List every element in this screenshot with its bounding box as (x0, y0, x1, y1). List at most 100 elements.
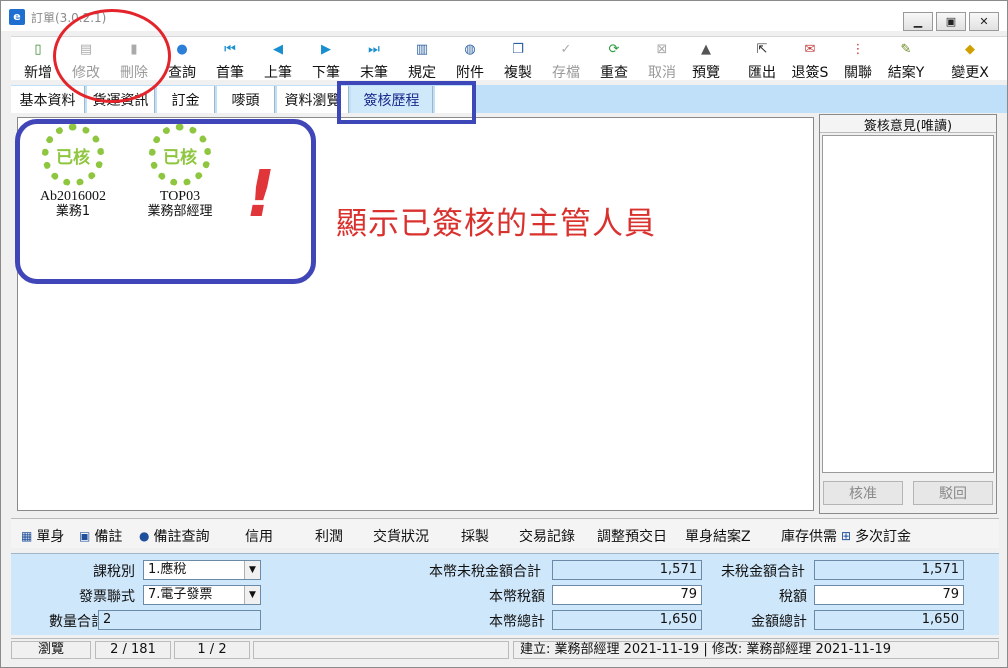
status-bar: 瀏覽 2 / 181 1 / 2 建立: 業務部經理 2021-11-19 | … (11, 638, 999, 660)
detail-button-label: 備註 (94, 529, 123, 545)
attachment-icon: ◍ (464, 42, 476, 57)
prev-icon: ◀ (273, 42, 283, 57)
doc-plus-icon: ⊞ (841, 529, 852, 543)
annotation-note: 顯示已簽核的主管人員 (336, 206, 656, 242)
invoice-type-value: 7.電子發票 (148, 587, 213, 602)
toolbar-label: 新增 (24, 65, 52, 81)
toolbar-preview-button[interactable]: ▲ 預覽 (683, 37, 729, 81)
reject-button[interactable]: 駁回 (913, 481, 993, 505)
toolbar-save-button[interactable]: ✓ 存檔 (543, 37, 589, 81)
toolbar-last-button[interactable]: ⏭ 末筆 (351, 37, 397, 81)
toolbar-close_case-button[interactable]: ✎ 結案Y (883, 37, 929, 81)
detail-button[interactable]: 採製 (461, 526, 489, 546)
toolbar-label: 存檔 (552, 65, 580, 81)
detail-button[interactable]: 利潤 (315, 526, 343, 546)
detail-button[interactable]: 單身結案Z (685, 526, 751, 546)
detail-button-label: 交易記錄 (519, 529, 575, 545)
detail-button[interactable]: ▦ 單身 (21, 526, 64, 546)
local-untaxed-field: 1,571 (552, 560, 702, 580)
app-icon: e (9, 9, 25, 25)
toolbar-label: 退簽S (791, 65, 829, 81)
status-spacer (253, 641, 509, 659)
untaxed-label: 未稅金額合計 (721, 564, 805, 580)
summary-panel: 課稅別 1.應稅 ▼ 發票聯式 7.電子發票 ▼ 數量合計 2 本幣未稅金額合計 1… (11, 553, 999, 635)
detail-button[interactable]: ⊞ 多次訂金 (841, 526, 911, 546)
toolbar-attach-button[interactable]: ◍ 附件 (447, 37, 493, 81)
close-case-icon: ✎ (900, 42, 912, 57)
toolbar-cancel-button[interactable]: ⊠ 取消 (639, 37, 685, 81)
amount-total-field: 1,650 (814, 610, 964, 630)
comment-panel: 簽核意見(唯讀) 核准 駁回 (819, 114, 997, 514)
comment-panel-title: 簽核意見(唯讀) (820, 115, 996, 134)
tab[interactable]: 訂金 (157, 86, 215, 113)
untaxed-field: 1,571 (814, 560, 964, 580)
qty-total-field: 2 (98, 610, 261, 630)
toolbar-change-button[interactable]: ◆ 變更X (947, 37, 993, 81)
detail-button[interactable]: 交貨狀況 (373, 526, 429, 546)
toolbar-spec-button[interactable]: ▥ 規定 (399, 37, 445, 81)
book-icon: ▥ (415, 42, 429, 57)
local-tax-field[interactable]: 79 (552, 585, 702, 605)
detail-button-label: 多次訂金 (855, 529, 912, 545)
next-icon: ▶ (321, 42, 331, 57)
local-total-label: 本幣總計 (489, 614, 545, 630)
detail-button[interactable]: ● 備註查詢 (139, 526, 209, 546)
toolbar-label: 預覽 (692, 65, 720, 81)
approve-button[interactable]: 核准 (823, 481, 903, 505)
invoice-type-label: 發票聯式 (79, 589, 135, 605)
toolbar-first-button[interactable]: ⏮ 首筆 (207, 37, 253, 81)
toolbar-label: 規定 (408, 65, 436, 81)
toolbar-link-button[interactable]: ⋮ 關聯 (835, 37, 881, 81)
comment-textarea[interactable] (822, 135, 994, 473)
tax-type-value: 1.應稅 (148, 562, 187, 577)
toolbar-label: 取消 (648, 65, 676, 81)
close-icon: ✕ (979, 15, 989, 28)
toolbar-copy-button[interactable]: ❐ 複製 (495, 37, 541, 81)
detail-button[interactable]: ▣ 備註 (79, 526, 122, 546)
toolbar-prev-button[interactable]: ◀ 上筆 (255, 37, 301, 81)
detail-button-label: 交貨狀況 (373, 529, 429, 545)
status-audit: 建立: 業務部經理 2021-11-19 | 修改: 業務部經理 2021-11… (513, 641, 999, 659)
toolbar-label: 重查 (600, 65, 628, 81)
invoice-type-select[interactable]: 7.電子發票 ▼ (143, 585, 261, 605)
printer-icon: ▲ (701, 42, 711, 57)
grid-icon: ▦ (21, 529, 33, 543)
toolbar-reject_sign-button[interactable]: ✉ 退簽S (787, 37, 833, 81)
status-mode: 瀏覽 (11, 641, 91, 659)
toolbar-label: 變更X (951, 65, 989, 81)
status-page: 1 / 2 (174, 641, 250, 659)
tax-field[interactable]: 79 (814, 585, 964, 605)
detail-button-label: 單身 (36, 529, 65, 545)
link-icon: ⋮ (851, 42, 865, 57)
search-icon: ● (139, 529, 150, 543)
toolbar-export-button[interactable]: ⇱ 匯出 (739, 37, 785, 81)
tab[interactable]: 嘜頭 (217, 86, 275, 113)
toolbar-next-button[interactable]: ▶ 下筆 (303, 37, 349, 81)
annotation-tab-highlight (337, 81, 476, 124)
cancel-icon: ⊠ (656, 42, 668, 57)
detail-button-label: 利潤 (315, 529, 343, 545)
detail-button[interactable]: 交易記錄 (519, 526, 575, 546)
local-untaxed-label: 本幣未稅金額合計 (429, 564, 541, 580)
close-button[interactable]: ✕ (969, 12, 999, 31)
export-icon: ⇱ (756, 42, 768, 57)
save-icon: ✓ (560, 42, 572, 57)
annotation-circle (53, 9, 171, 103)
local-total-field: 1,650 (552, 610, 702, 630)
detail-button-label: 備註查詢 (153, 529, 210, 545)
tax-type-select[interactable]: 1.應稅 ▼ (143, 560, 261, 580)
detail-button[interactable]: 調整預交日 (597, 526, 667, 546)
minimize-button[interactable]: ▁ (903, 12, 933, 31)
detail-button-label: 採製 (461, 529, 489, 545)
chevron-down-icon[interactable]: ▼ (244, 586, 260, 604)
maximize-icon: ▣ (945, 15, 957, 28)
toolbar-refresh-button[interactable]: ⟳ 重查 (591, 37, 637, 81)
annotation-approver-highlight (15, 119, 316, 284)
chevron-down-icon[interactable]: ▼ (244, 561, 260, 579)
toolbar-label: 附件 (456, 65, 484, 81)
detail-button[interactable]: 信用 (245, 526, 273, 546)
maximize-button[interactable]: ▣ (936, 12, 966, 31)
detail-button[interactable]: 庫存供需 (781, 526, 837, 546)
toolbar-label: 查詢 (168, 65, 196, 81)
toolbar-label: 首筆 (216, 65, 244, 81)
